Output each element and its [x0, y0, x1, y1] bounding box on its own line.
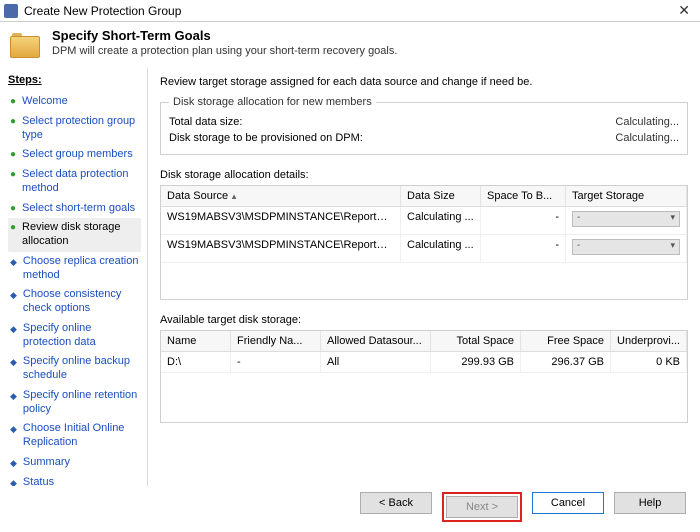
- cell-target-storage[interactable]: -: [566, 207, 687, 234]
- sidebar-step[interactable]: ● Select protection group type: [8, 112, 141, 146]
- sidebar-step[interactable]: ● Select data protection method: [8, 165, 141, 199]
- cell-data-source: WS19MABSV3\MSDPMINSTANCE\ReportServe...: [161, 235, 401, 262]
- col-underprovisioned[interactable]: Underprovi...: [611, 331, 687, 351]
- sidebar-step[interactable]: ◆ Choose consistency check options: [8, 285, 141, 319]
- step-label: Select short-term goals: [22, 202, 135, 216]
- step-pending-icon: ◆: [10, 290, 17, 301]
- allocation-summary-legend: Disk storage allocation for new members: [169, 96, 376, 108]
- provisioned-label: Disk storage to be provisioned on DPM:: [169, 132, 363, 144]
- instruction-text: Review target storage assigned for each …: [160, 76, 688, 88]
- total-data-size-label: Total data size:: [169, 116, 242, 128]
- col-free-space[interactable]: Free Space: [521, 331, 611, 351]
- window-title: Create New Protection Group: [24, 4, 181, 18]
- step-done-icon: ●: [10, 203, 16, 216]
- step-label: Welcome: [22, 95, 68, 109]
- sidebar-step[interactable]: ◆ Specify online backup schedule: [8, 352, 141, 386]
- cell-data-source: WS19MABSV3\MSDPMINSTANCE\ReportServe...: [161, 207, 401, 234]
- step-pending-icon: ◆: [10, 357, 17, 368]
- storage-grid: Name Friendly Na... Allowed Datasour... …: [160, 330, 688, 423]
- step-done-icon: ●: [10, 149, 16, 162]
- step-label: Select group members: [22, 148, 133, 162]
- step-done-icon: ●: [10, 96, 16, 109]
- allocation-summary-box: Disk storage allocation for new members …: [160, 96, 688, 155]
- sidebar-step[interactable]: ● Select short-term goals: [8, 199, 141, 219]
- cell-allowed: All: [321, 352, 431, 372]
- step-pending-icon: ◆: [10, 257, 17, 268]
- alloc-details-grid: Data Source▲ Data Size Space To B... Tar…: [160, 185, 688, 300]
- main-panel: Review target storage assigned for each …: [147, 68, 700, 498]
- step-done-icon: ●: [10, 222, 16, 235]
- col-data-source[interactable]: Data Source▲: [161, 186, 401, 206]
- step-label: Specify online retention policy: [23, 389, 139, 417]
- sidebar-step[interactable]: ◆ Choose Initial Online Replication: [8, 419, 141, 453]
- app-icon: [4, 4, 18, 18]
- cell-data-size: Calculating ...: [401, 235, 481, 262]
- alloc-row[interactable]: WS19MABSV3\MSDPMINSTANCE\ReportServe...C…: [161, 235, 687, 263]
- step-label: Specify online protection data: [23, 322, 139, 350]
- step-pending-icon: ◆: [10, 391, 17, 402]
- sort-asc-icon: ▲: [230, 192, 238, 201]
- storage-row[interactable]: D:\-All299.93 GB296.37 GB0 KB: [161, 352, 687, 373]
- target-storage-dropdown[interactable]: -: [572, 211, 680, 227]
- total-data-size-value: Calculating...: [615, 116, 679, 128]
- cell-space: -: [481, 207, 566, 234]
- step-label: Choose Initial Online Replication: [23, 422, 139, 450]
- help-button[interactable]: Help: [614, 492, 686, 514]
- step-label: Review disk storage allocation: [22, 221, 139, 249]
- folder-icon: [10, 30, 42, 58]
- col-total-space[interactable]: Total Space: [431, 331, 521, 351]
- step-pending-icon: ◆: [10, 324, 17, 335]
- step-done-icon: ●: [10, 169, 16, 182]
- back-button[interactable]: < Back: [360, 492, 432, 514]
- step-label: Choose replica creation method: [23, 255, 139, 283]
- page-title: Specify Short-Term Goals: [52, 28, 397, 43]
- step-label: Specify online backup schedule: [23, 355, 139, 383]
- col-friendly-name[interactable]: Friendly Na...: [231, 331, 321, 351]
- next-button[interactable]: Next >: [446, 496, 518, 518]
- cell-free-space: 296.37 GB: [521, 352, 611, 372]
- wizard-header: Specify Short-Term Goals DPM will create…: [0, 22, 700, 68]
- sidebar-step[interactable]: ◆ Specify online retention policy: [8, 386, 141, 420]
- alloc-row[interactable]: WS19MABSV3\MSDPMINSTANCE\ReportServe...C…: [161, 207, 687, 235]
- sidebar-step[interactable]: ◆ Specify online protection data: [8, 319, 141, 353]
- cell-space: -: [481, 235, 566, 262]
- steps-heading: Steps:: [8, 74, 141, 86]
- wizard-footer: < Back Next > Cancel Help: [0, 486, 700, 532]
- cell-total-space: 299.93 GB: [431, 352, 521, 372]
- sidebar-step[interactable]: ● Select group members: [8, 145, 141, 165]
- col-name[interactable]: Name: [161, 331, 231, 351]
- sidebar-step[interactable]: ◆ Choose replica creation method: [8, 252, 141, 286]
- close-icon[interactable]: ✕: [674, 2, 694, 19]
- col-space-to-be[interactable]: Space To B...: [481, 186, 566, 206]
- step-label: Select data protection method: [22, 168, 139, 196]
- sidebar-step: ● Review disk storage allocation: [8, 218, 141, 252]
- storage-label: Available target disk storage:: [160, 314, 688, 326]
- step-pending-icon: ◆: [10, 424, 17, 435]
- cell-data-size: Calculating ...: [401, 207, 481, 234]
- step-label: Summary: [23, 456, 70, 470]
- cell-target-storage[interactable]: -: [566, 235, 687, 262]
- step-label: Select protection group type: [22, 115, 139, 143]
- cell-friendly: -: [231, 352, 321, 372]
- target-storage-dropdown[interactable]: -: [572, 239, 680, 255]
- cell-name: D:\: [161, 352, 231, 372]
- page-subtitle: DPM will create a protection plan using …: [52, 45, 397, 57]
- sidebar-step[interactable]: ● Welcome: [8, 92, 141, 112]
- steps-sidebar: Steps: ● Welcome ● Select protection group …: [0, 68, 147, 498]
- step-label: Choose consistency check options: [23, 288, 139, 316]
- col-allowed-datasources[interactable]: Allowed Datasour...: [321, 331, 431, 351]
- next-button-highlight: Next >: [442, 492, 522, 522]
- sidebar-step[interactable]: ◆ Summary: [8, 453, 141, 473]
- alloc-details-label: Disk storage allocation details:: [160, 169, 688, 181]
- cancel-button[interactable]: Cancel: [532, 492, 604, 514]
- step-done-icon: ●: [10, 116, 16, 129]
- title-bar: Create New Protection Group ✕: [0, 0, 700, 22]
- cell-underprovisioned: 0 KB: [611, 352, 687, 372]
- provisioned-value: Calculating...: [615, 132, 679, 144]
- col-target-storage[interactable]: Target Storage: [566, 186, 687, 206]
- col-data-size[interactable]: Data Size: [401, 186, 481, 206]
- step-pending-icon: ◆: [10, 458, 17, 469]
